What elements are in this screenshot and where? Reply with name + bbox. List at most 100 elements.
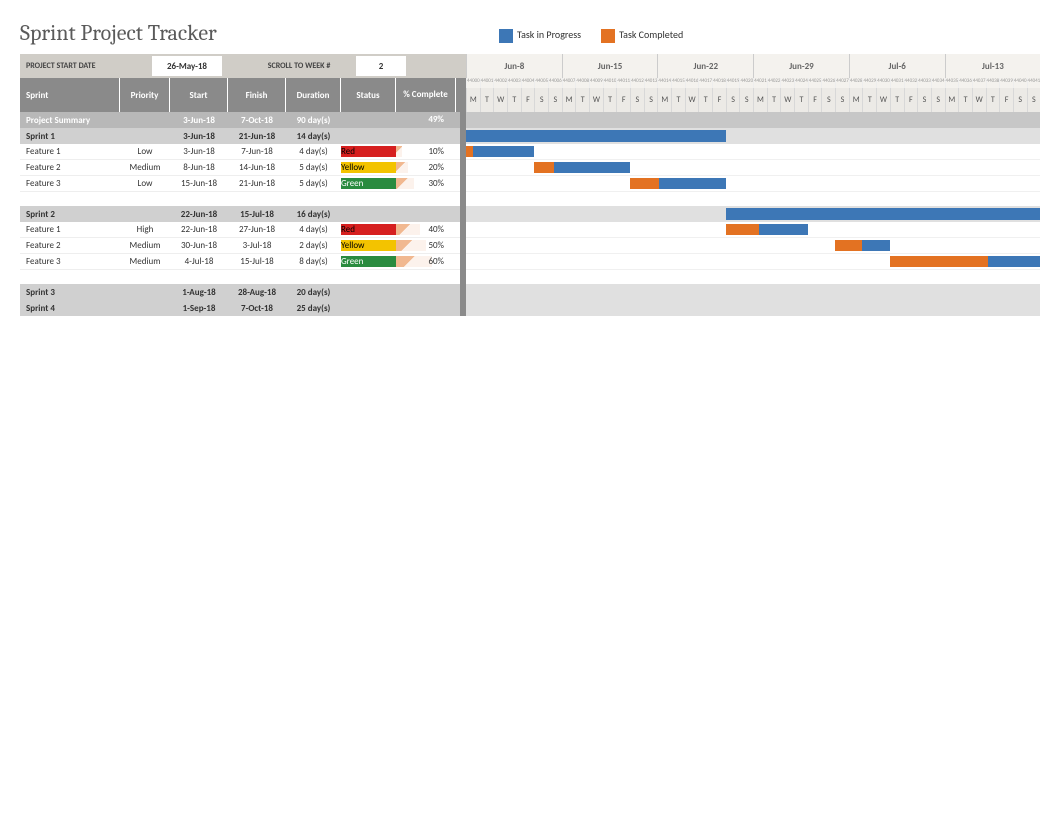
dow-cell: F [999, 88, 1013, 112]
dow-cell: S [917, 88, 931, 112]
dow-cell: M [657, 88, 671, 112]
page-title: Sprint Project Tracker [20, 20, 217, 46]
dow-cell: S [1013, 88, 1027, 112]
col-sprint: Sprint [20, 78, 120, 112]
col-priority: Priority [120, 78, 170, 112]
legend-label-completed: Task Completed [619, 28, 683, 41]
dow-cell: M [753, 88, 767, 112]
status-badge: Yellow [341, 162, 396, 173]
gantt-bar-in-progress [862, 240, 889, 251]
col-pct-complete: % Complete [396, 78, 456, 112]
gantt-bar-completed [890, 256, 988, 267]
dow-cell: T [890, 88, 904, 112]
gantt-bar-completed [466, 146, 473, 157]
dow-cell: F [712, 88, 726, 112]
col-duration: Duration [286, 78, 341, 112]
table-header: Sprint Priority Start Finish Duration St… [20, 78, 460, 112]
dow-cell: F [616, 88, 630, 112]
dow-cell: S [1027, 88, 1041, 112]
dow-cell: S [821, 88, 835, 112]
dow-cell: T [794, 88, 808, 112]
week-header-cell: Jun-8 [466, 54, 562, 78]
gantt-pane[interactable]: Jun-8Jun-15Jun-22Jun-29Jul-6Jul-13 44000… [466, 54, 1040, 316]
table-row[interactable]: Feature 3Low15-Jun-1821-Jun-185 day(s)Gr… [20, 176, 460, 192]
week-header-cell: Jun-22 [657, 54, 753, 78]
col-start: Start [170, 78, 228, 112]
dow-cell: T [603, 88, 617, 112]
table-row[interactable]: Feature 1High22-Jun-1827-Jun-184 day(s)R… [20, 222, 460, 238]
dow-cell: F [904, 88, 918, 112]
dow-cell: T [575, 88, 589, 112]
gantt-bar-completed [630, 178, 659, 189]
table-row[interactable]: Feature 3Medium4-Jul-1815-Jul-188 day(s)… [20, 254, 460, 270]
gantt-bar-in-progress [473, 146, 535, 157]
table-row[interactable]: Feature 1Low3-Jun-187-Jun-184 day(s)Red1… [20, 144, 460, 160]
dow-cell: S [931, 88, 945, 112]
gantt-bar-in-progress [554, 162, 631, 173]
dow-cell: F [521, 88, 535, 112]
gantt-bar-completed [835, 240, 862, 251]
day-header: MTWTFSSMTWTFSSMTWTFSSMTWTFSSMTWTFSSMTWTF… [466, 88, 1040, 112]
table-body: Project Summary3-Jun-187-Oct-1890 day(s)… [20, 112, 460, 316]
status-badge: Green [341, 256, 396, 267]
table-row[interactable]: Feature 2Medium30-Jun-183-Jul-182 day(s)… [20, 238, 460, 254]
tracker-container: PROJECT START DATE 26-May-18 SCROLL TO W… [20, 54, 1030, 316]
dow-cell: T [671, 88, 685, 112]
status-badge: Red [341, 146, 396, 157]
week-header-cell: Jul-6 [849, 54, 945, 78]
scroll-week-field[interactable]: 2 [356, 56, 406, 76]
dow-cell: T [986, 88, 1000, 112]
week-header-cell: Jun-15 [562, 54, 658, 78]
dow-cell: F [808, 88, 822, 112]
status-badge: Red [341, 224, 396, 235]
table-row[interactable]: Feature 2Medium8-Jun-1814-Jun-185 day(s)… [20, 160, 460, 176]
dow-cell: T [507, 88, 521, 112]
control-row: PROJECT START DATE 26-May-18 SCROLL TO W… [20, 54, 460, 78]
legend-swatch-in-progress [499, 29, 513, 43]
scroll-week-label: SCROLL TO WEEK # [244, 54, 354, 78]
gantt-bar-sprint [726, 208, 1040, 220]
start-date-label: PROJECT START DATE [20, 54, 150, 78]
table-row[interactable]: Sprint 31-Aug-1828-Aug-1820 day(s) [20, 284, 460, 300]
gantt-bar-sprint [466, 130, 726, 142]
dow-cell: T [862, 88, 876, 112]
dow-cell: S [644, 88, 658, 112]
legend-swatch-completed [601, 29, 615, 43]
gantt-bar-in-progress [759, 224, 808, 235]
dow-cell: W [876, 88, 890, 112]
start-date-field[interactable]: 26-May-18 [152, 56, 222, 76]
col-finish: Finish [228, 78, 286, 112]
dow-cell: T [480, 88, 494, 112]
week-header-cell: Jul-13 [945, 54, 1041, 78]
dow-cell: S [630, 88, 644, 112]
gantt-rows [466, 112, 1040, 316]
week-header: Jun-8Jun-15Jun-22Jun-29Jul-6Jul-13 [466, 54, 1040, 78]
dow-cell: S [726, 88, 740, 112]
dow-cell: W [972, 88, 986, 112]
dow-cell: S [534, 88, 548, 112]
table-row[interactable]: Sprint 222-Jun-1815-Jul-1816 day(s) [20, 206, 460, 222]
gantt-bar-completed [726, 224, 759, 235]
legend: Task in Progress Task Completed [499, 28, 683, 43]
table-row[interactable]: Project Summary3-Jun-187-Oct-1890 day(s)… [20, 112, 460, 128]
dow-cell: M [466, 88, 480, 112]
dow-cell: S [835, 88, 849, 112]
left-pane: PROJECT START DATE 26-May-18 SCROLL TO W… [20, 54, 460, 316]
legend-label-in-progress: Task in Progress [517, 28, 581, 41]
status-badge: Green [341, 178, 396, 189]
gantt-bar-completed [534, 162, 553, 173]
dow-cell: M [562, 88, 576, 112]
dow-cell: W [589, 88, 603, 112]
dow-cell: W [493, 88, 507, 112]
serial-header: 4400044001440024400344004440054400644007… [466, 78, 1040, 88]
status-badge: Yellow [341, 240, 396, 251]
dow-cell: S [739, 88, 753, 112]
dow-cell: M [849, 88, 863, 112]
dow-cell: W [780, 88, 794, 112]
gantt-bar-in-progress [988, 256, 1040, 267]
table-row[interactable]: Sprint 41-Sep-187-Oct-1825 day(s) [20, 300, 460, 316]
dow-cell: T [958, 88, 972, 112]
week-header-cell: Jun-29 [753, 54, 849, 78]
table-row[interactable]: Sprint 13-Jun-1821-Jun-1814 day(s) [20, 128, 460, 144]
dow-cell: W [685, 88, 699, 112]
